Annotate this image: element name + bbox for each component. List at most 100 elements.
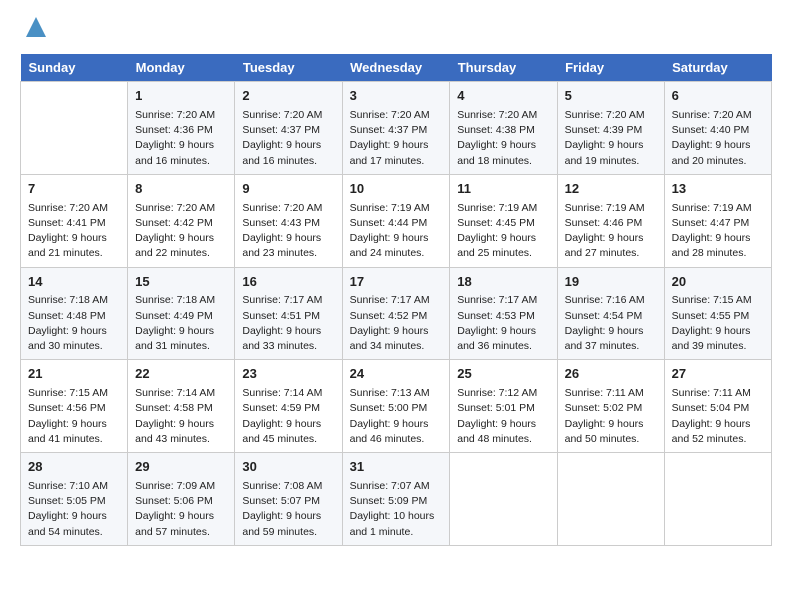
calendar-cell xyxy=(21,82,128,175)
header-friday: Friday xyxy=(557,54,664,82)
calendar-cell: 28Sunrise: 7:10 AMSunset: 5:05 PMDayligh… xyxy=(21,453,128,546)
day-content: Sunrise: 7:20 AMSunset: 4:39 PMDaylight:… xyxy=(565,108,657,169)
header-thursday: Thursday xyxy=(450,54,557,82)
calendar-cell: 21 Sunrise: 7:15 AMSunset: 4:56 PMDayligh… xyxy=(21,360,128,453)
day-number: 12 xyxy=(565,180,657,199)
day-number: 31 xyxy=(350,458,443,477)
calendar-cell: 13Sunrise: 7:19 AMSunset: 4:47 PMDayligh… xyxy=(664,174,771,267)
day-number: 15 xyxy=(135,273,227,292)
day-content: Sunrise: 7:14 AMSunset: 4:58 PMDaylight:… xyxy=(135,386,227,447)
day-content: Sunrise: 7:15 AMSunset: 4:55 PMDaylight:… xyxy=(672,293,764,354)
day-number: 6 xyxy=(672,87,764,106)
calendar-table: SundayMondayTuesdayWednesdayThursdayFrid… xyxy=(20,54,772,546)
calendar-cell: 14Sunrise: 7:18 AMSunset: 4:48 PMDayligh… xyxy=(21,267,128,360)
calendar-cell: 1 Sunrise: 7:20 AMSunset: 4:36 PMDaylight… xyxy=(128,82,235,175)
calendar-cell: 7 Sunrise: 7:20 AMSunset: 4:41 PMDaylight… xyxy=(21,174,128,267)
calendar-cell: 22Sunrise: 7:14 AMSunset: 4:58 PMDayligh… xyxy=(128,360,235,453)
day-number: 18 xyxy=(457,273,549,292)
day-number: 27 xyxy=(672,365,764,384)
calendar-cell: 25 Sunrise: 7:12 AMSunset: 5:01 PMDayligh… xyxy=(450,360,557,453)
day-content: Sunrise: 7:14 AMSunset: 4:59 PMDaylight:… xyxy=(242,386,334,447)
day-content: Sunrise: 7:19 AMSunset: 4:44 PMDaylight:… xyxy=(350,201,443,262)
day-number: 8 xyxy=(135,180,227,199)
day-number: 11 xyxy=(457,180,549,199)
day-content: Sunrise: 7:11 AMSunset: 5:02 PMDaylight:… xyxy=(565,386,657,447)
day-content: Sunrise: 7:07 AMSunset: 5:09 PMDaylight:… xyxy=(350,479,443,540)
day-content: Sunrise: 7:20 AMSunset: 4:36 PMDaylight:… xyxy=(135,108,227,169)
week-row-1: 1 Sunrise: 7:20 AMSunset: 4:36 PMDaylight… xyxy=(21,82,772,175)
day-number: 21 xyxy=(28,365,120,384)
day-content: Sunrise: 7:20 AMSunset: 4:37 PMDaylight:… xyxy=(350,108,443,169)
calendar-cell: 15Sunrise: 7:18 AMSunset: 4:49 PMDayligh… xyxy=(128,267,235,360)
day-number: 14 xyxy=(28,273,120,292)
calendar-cell: 20Sunrise: 7:15 AMSunset: 4:55 PMDayligh… xyxy=(664,267,771,360)
day-number: 19 xyxy=(565,273,657,292)
week-row-2: 7 Sunrise: 7:20 AMSunset: 4:41 PMDaylight… xyxy=(21,174,772,267)
day-number: 13 xyxy=(672,180,764,199)
calendar-cell: 6Sunrise: 7:20 AMSunset: 4:40 PMDaylight… xyxy=(664,82,771,175)
header-monday: Monday xyxy=(128,54,235,82)
day-number: 30 xyxy=(242,458,334,477)
day-number: 16 xyxy=(242,273,334,292)
week-row-3: 14Sunrise: 7:18 AMSunset: 4:48 PMDayligh… xyxy=(21,267,772,360)
day-content: Sunrise: 7:16 AMSunset: 4:54 PMDaylight:… xyxy=(565,293,657,354)
day-number: 1 xyxy=(135,87,227,106)
week-row-4: 21 Sunrise: 7:15 AMSunset: 4:56 PMDayligh… xyxy=(21,360,772,453)
day-content: Sunrise: 7:17 AMSunset: 4:52 PMDaylight:… xyxy=(350,293,443,354)
logo-icon xyxy=(22,13,50,41)
day-content: Sunrise: 7:08 AMSunset: 5:07 PMDaylight:… xyxy=(242,479,334,540)
calendar-cell: 26 Sunrise: 7:11 AMSunset: 5:02 PMDayligh… xyxy=(557,360,664,453)
calendar-cell: 8 Sunrise: 7:20 AMSunset: 4:42 PMDaylight… xyxy=(128,174,235,267)
day-number: 17 xyxy=(350,273,443,292)
page-header xyxy=(20,20,772,44)
day-number: 26 xyxy=(565,365,657,384)
day-content: Sunrise: 7:19 AMSunset: 4:45 PMDaylight:… xyxy=(457,201,549,262)
calendar-cell xyxy=(450,453,557,546)
day-number: 10 xyxy=(350,180,443,199)
day-content: Sunrise: 7:11 AMSunset: 5:04 PMDaylight:… xyxy=(672,386,764,447)
calendar-cell: 29 Sunrise: 7:09 AMSunset: 5:06 PMDayligh… xyxy=(128,453,235,546)
calendar-cell: 24 Sunrise: 7:13 AMSunset: 5:00 PMDayligh… xyxy=(342,360,450,453)
day-content: Sunrise: 7:20 AMSunset: 4:37 PMDaylight:… xyxy=(242,108,334,169)
day-content: Sunrise: 7:17 AMSunset: 4:51 PMDaylight:… xyxy=(242,293,334,354)
header-sunday: Sunday xyxy=(21,54,128,82)
day-content: Sunrise: 7:09 AMSunset: 5:06 PMDaylight:… xyxy=(135,479,227,540)
calendar-cell: 19Sunrise: 7:16 AMSunset: 4:54 PMDayligh… xyxy=(557,267,664,360)
calendar-cell: 9 Sunrise: 7:20 AMSunset: 4:43 PMDaylight… xyxy=(235,174,342,267)
day-content: Sunrise: 7:17 AMSunset: 4:53 PMDaylight:… xyxy=(457,293,549,354)
day-number: 25 xyxy=(457,365,549,384)
day-number: 28 xyxy=(28,458,120,477)
day-number: 5 xyxy=(565,87,657,106)
day-number: 20 xyxy=(672,273,764,292)
day-content: Sunrise: 7:20 AMSunset: 4:42 PMDaylight:… xyxy=(135,201,227,262)
day-number: 24 xyxy=(350,365,443,384)
calendar-cell: 31 Sunrise: 7:07 AMSunset: 5:09 PMDayligh… xyxy=(342,453,450,546)
calendar-cell: 18Sunrise: 7:17 AMSunset: 4:53 PMDayligh… xyxy=(450,267,557,360)
calendar-cell: 10 Sunrise: 7:19 AMSunset: 4:44 PMDayligh… xyxy=(342,174,450,267)
calendar-cell: 11 Sunrise: 7:19 AMSunset: 4:45 PMDayligh… xyxy=(450,174,557,267)
logo xyxy=(20,20,50,44)
calendar-body: 1 Sunrise: 7:20 AMSunset: 4:36 PMDaylight… xyxy=(21,82,772,546)
calendar-cell: 12 Sunrise: 7:19 AMSunset: 4:46 PMDayligh… xyxy=(557,174,664,267)
day-content: Sunrise: 7:20 AMSunset: 4:41 PMDaylight:… xyxy=(28,201,120,262)
day-number: 23 xyxy=(242,365,334,384)
calendar-cell: 23 Sunrise: 7:14 AMSunset: 4:59 PMDayligh… xyxy=(235,360,342,453)
day-number: 2 xyxy=(242,87,334,106)
day-content: Sunrise: 7:20 AMSunset: 4:38 PMDaylight:… xyxy=(457,108,549,169)
day-number: 7 xyxy=(28,180,120,199)
day-content: Sunrise: 7:18 AMSunset: 4:49 PMDaylight:… xyxy=(135,293,227,354)
day-content: Sunrise: 7:13 AMSunset: 5:00 PMDaylight:… xyxy=(350,386,443,447)
day-number: 4 xyxy=(457,87,549,106)
header-wednesday: Wednesday xyxy=(342,54,450,82)
day-number: 9 xyxy=(242,180,334,199)
header-tuesday: Tuesday xyxy=(235,54,342,82)
day-number: 29 xyxy=(135,458,227,477)
day-content: Sunrise: 7:20 AMSunset: 4:43 PMDaylight:… xyxy=(242,201,334,262)
calendar-cell: 4 Sunrise: 7:20 AMSunset: 4:38 PMDaylight… xyxy=(450,82,557,175)
day-number: 3 xyxy=(350,87,443,106)
day-content: Sunrise: 7:19 AMSunset: 4:46 PMDaylight:… xyxy=(565,201,657,262)
day-content: Sunrise: 7:15 AMSunset: 4:56 PMDaylight:… xyxy=(28,386,120,447)
week-row-5: 28Sunrise: 7:10 AMSunset: 5:05 PMDayligh… xyxy=(21,453,772,546)
day-content: Sunrise: 7:12 AMSunset: 5:01 PMDaylight:… xyxy=(457,386,549,447)
header-saturday: Saturday xyxy=(664,54,771,82)
